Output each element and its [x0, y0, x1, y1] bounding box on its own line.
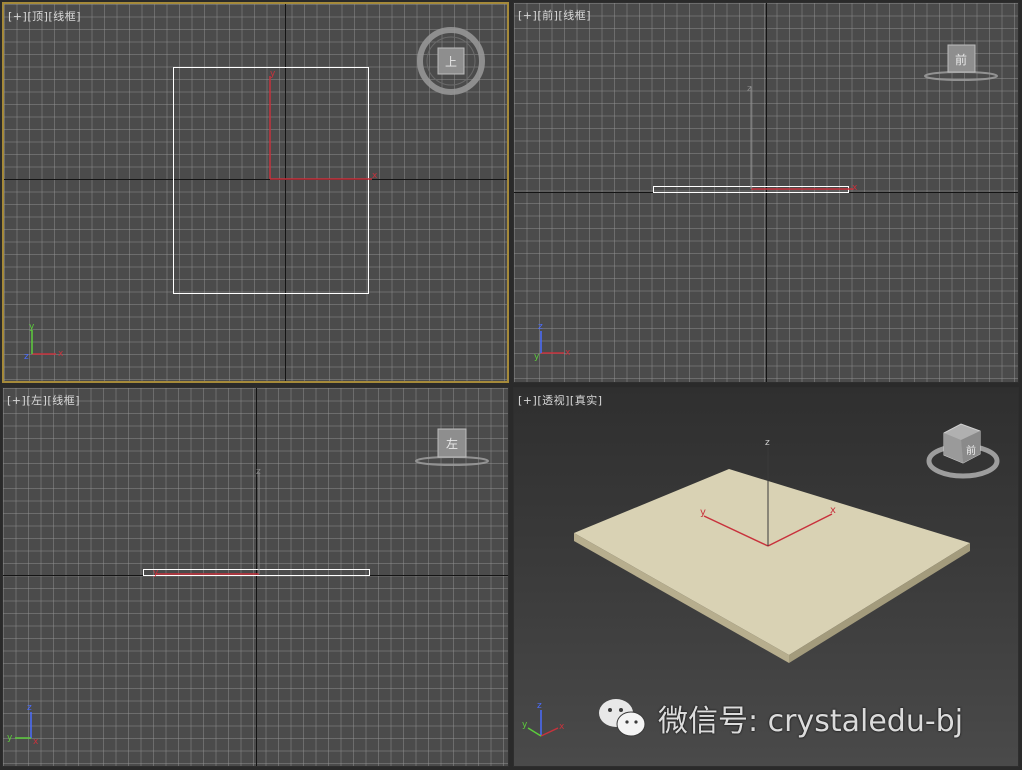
- axis-tripod-icon: z y x: [7, 703, 39, 747]
- axis-tripod-icon: x z y: [534, 322, 571, 362]
- wechat-icon: [599, 699, 646, 737]
- viewport-front[interactable]: [+][前][线框] z x 前 x z y: [513, 2, 1019, 383]
- svg-text:y: y: [29, 322, 35, 332]
- axis-tripod-icon: x y z: [24, 322, 64, 362]
- svg-text:y: y: [522, 720, 528, 730]
- svg-text:z: z: [27, 703, 32, 713]
- svg-text:x: x: [58, 349, 64, 359]
- watermark-text: 微信号: crystaledu-bj: [658, 704, 964, 739]
- watermark: 微信号: crystaledu-bj: [598, 696, 963, 740]
- viewport-top[interactable]: [+][顶][线框] y x 上 x y z: [2, 2, 509, 383]
- svg-text:y: y: [534, 352, 540, 362]
- svg-text:z: z: [24, 352, 29, 362]
- svg-text:z: z: [537, 701, 542, 711]
- svg-text:y: y: [7, 733, 13, 743]
- svg-text:z: z: [538, 322, 543, 332]
- svg-text:x: x: [565, 348, 571, 358]
- svg-text:x: x: [559, 722, 565, 732]
- svg-text:x: x: [33, 737, 39, 747]
- viewport-left[interactable]: [+][左][线框] z y 左 z y x: [2, 387, 509, 767]
